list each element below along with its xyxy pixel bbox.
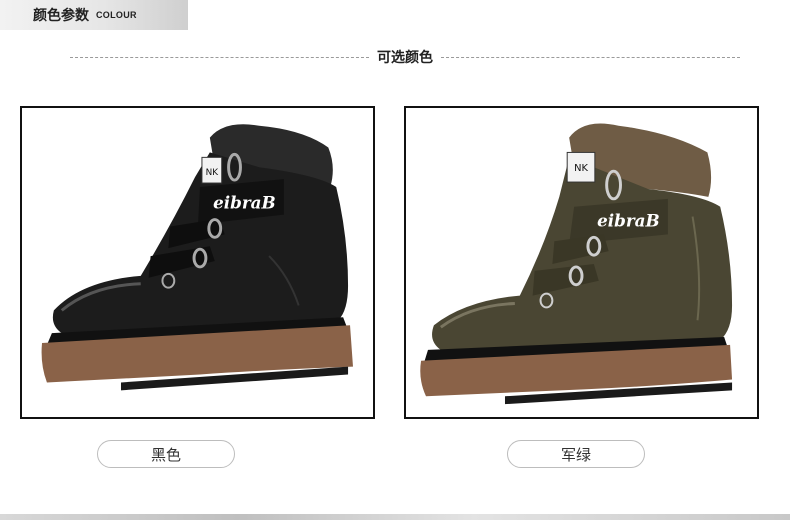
header-bar: 颜色参数 COLOUR — [0, 0, 188, 30]
boot-army-green-illustration: NK eibraB — [420, 123, 733, 405]
boot-tag-text: NK — [206, 168, 219, 178]
boot-brand-text: eibraB — [597, 210, 660, 230]
section-title: 可选颜色 — [377, 50, 433, 66]
product-image-army-green[interactable]: NK eibraB — [404, 106, 759, 419]
header-title-en: COLOUR — [96, 10, 137, 20]
header-title-zh: 颜色参数 — [33, 8, 89, 24]
boot-brand-text: eibraB — [213, 193, 276, 213]
color-option-army-green[interactable]: 军绿 — [507, 440, 645, 468]
section-divider: 可选颜色 — [70, 47, 740, 67]
color-option-black[interactable]: 黑色 — [97, 440, 235, 468]
boot-black-illustration: NK eibraB — [41, 124, 353, 391]
boot-tag-text: NK — [574, 163, 588, 174]
divider-line-left — [70, 56, 369, 58]
divider-line-right — [441, 56, 740, 58]
bottom-image-strip — [0, 514, 790, 520]
product-image-black[interactable]: NK eibraB — [20, 106, 375, 419]
